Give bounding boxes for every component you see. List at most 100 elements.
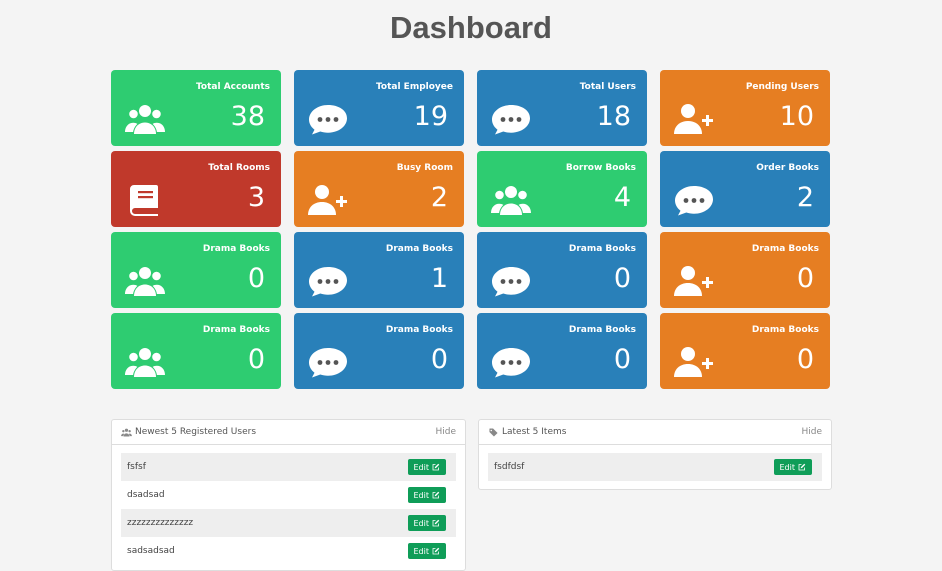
list-item-name: zzzzzzzzzzzzzz — [127, 518, 194, 528]
stat-card-label: Drama Books — [751, 244, 819, 254]
list-item: fsdfdsf Edit — [488, 453, 822, 481]
stat-card-value: 2 — [796, 182, 814, 213]
list-item-name: fsdfdsf — [494, 462, 525, 472]
stat-card-value: 38 — [230, 101, 265, 132]
stat-card-label: Busy Room — [396, 163, 453, 173]
stat-card-label: Total Employee — [375, 82, 453, 92]
stat-card-label: Drama Books — [385, 244, 453, 254]
newest-users-list: fsfsf Edit dsadsad Edit zzzzzzzzzzzzzz Edit sa… — [112, 445, 465, 565]
users-icon — [121, 428, 132, 437]
stat-card-label: Drama Books — [568, 325, 636, 335]
stat-card-value: 0 — [247, 263, 265, 294]
edit-button-label: Edit — [413, 546, 430, 556]
stat-card-label: Drama Books — [751, 325, 819, 335]
edit-button[interactable]: Edit — [407, 515, 446, 531]
edit-button-label: Edit — [413, 518, 430, 528]
edit-button[interactable]: Edit — [407, 459, 446, 475]
stat-card: Total Users 18 — [477, 70, 647, 146]
list-item-name: dsadsad — [127, 490, 165, 500]
list-item-name: sadsadsad — [127, 546, 175, 556]
stat-card: Total Accounts 38 — [111, 70, 281, 146]
stat-card-value: 1 — [430, 263, 448, 294]
latest-items-panel: Latest 5 Items Hide fsdfdsf Edit — [478, 419, 832, 490]
stat-card-label: Drama Books — [568, 244, 636, 254]
newest-users-panel-header: Newest 5 Registered Users Hide — [112, 420, 465, 445]
comment-icon — [491, 264, 531, 298]
list-item: dsadsad Edit — [121, 481, 456, 509]
stat-card: Drama Books 0 — [660, 313, 830, 389]
stat-card-value: 2 — [430, 182, 448, 213]
comment-icon — [674, 183, 714, 217]
comment-icon — [491, 345, 531, 379]
stat-card-value: 0 — [430, 344, 448, 375]
comment-icon — [308, 345, 348, 379]
comment-icon — [491, 102, 531, 136]
edit-button[interactable]: Edit — [773, 459, 812, 475]
user-plus-icon — [308, 183, 348, 217]
book-icon — [125, 183, 165, 217]
edit-icon — [432, 491, 440, 499]
edit-button-label: Edit — [413, 462, 430, 472]
edit-button[interactable]: Edit — [407, 543, 446, 559]
stat-card: Drama Books 0 — [111, 313, 281, 389]
stat-card: Order Books 2 — [660, 151, 830, 227]
stat-card: Drama Books 0 — [294, 313, 464, 389]
user-plus-icon — [674, 345, 714, 379]
comment-icon — [308, 264, 348, 298]
newest-users-hide-button[interactable]: Hide — [435, 427, 456, 437]
edit-button-label: Edit — [413, 490, 430, 500]
latest-items-panel-title: Latest 5 Items — [502, 427, 567, 437]
stat-card: Drama Books 1 — [294, 232, 464, 308]
stat-card-label: Pending Users — [745, 82, 819, 92]
stat-card: Drama Books 0 — [660, 232, 830, 308]
stat-card-label: Total Users — [579, 82, 636, 92]
edit-button[interactable]: Edit — [407, 487, 446, 503]
stat-card-value: 0 — [796, 263, 814, 294]
stat-card: Total Rooms 3 — [111, 151, 281, 227]
edit-icon — [432, 463, 440, 471]
list-item-name: fsfsf — [127, 462, 146, 472]
list-item: zzzzzzzzzzzzzz Edit — [121, 509, 456, 537]
newest-users-panel-title: Newest 5 Registered Users — [135, 427, 257, 437]
edit-icon — [798, 463, 806, 471]
stat-card-value: 18 — [596, 101, 631, 132]
stat-card: Drama Books 0 — [477, 232, 647, 308]
stat-card-value: 0 — [247, 344, 265, 375]
latest-items-panel-header: Latest 5 Items Hide — [479, 420, 831, 445]
tag-icon — [488, 427, 499, 437]
edit-icon — [432, 519, 440, 527]
stat-card: Borrow Books 4 — [477, 151, 647, 227]
user-plus-icon — [674, 264, 714, 298]
latest-items-hide-button[interactable]: Hide — [801, 427, 822, 437]
users-icon — [125, 345, 165, 379]
users-icon — [491, 183, 531, 217]
stat-card-label: Total Rooms — [208, 163, 270, 173]
stat-card: Drama Books 0 — [111, 232, 281, 308]
stat-card-label: Drama Books — [385, 325, 453, 335]
stat-card-label: Total Accounts — [195, 82, 270, 92]
comment-icon — [308, 102, 348, 136]
stats-grid: Total Accounts 38 Total Employee 19 Total Us… — [111, 70, 830, 389]
stat-card-label: Drama Books — [202, 325, 270, 335]
page-title: Dashboard — [390, 10, 552, 45]
stat-card-value: 3 — [247, 182, 265, 213]
user-plus-icon — [674, 102, 714, 136]
edit-button-label: Edit — [779, 462, 796, 472]
stat-card-value: 4 — [613, 182, 631, 213]
stat-card-label: Order Books — [756, 163, 819, 173]
latest-items-list: fsdfdsf Edit — [479, 445, 831, 481]
stat-card: Total Employee 19 — [294, 70, 464, 146]
stat-card: Pending Users 10 — [660, 70, 830, 146]
stat-card-value: 19 — [413, 101, 448, 132]
users-icon — [125, 264, 165, 298]
stat-card: Drama Books 0 — [477, 313, 647, 389]
list-item: fsfsf Edit — [121, 453, 456, 481]
users-icon — [125, 102, 165, 136]
stat-card-value: 0 — [613, 263, 631, 294]
stat-card-label: Drama Books — [202, 244, 270, 254]
newest-users-panel: Newest 5 Registered Users Hide fsfsf Edit… — [111, 419, 466, 571]
stat-card-label: Borrow Books — [565, 163, 636, 173]
stat-card: Busy Room 2 — [294, 151, 464, 227]
list-item: sadsadsad Edit — [121, 537, 456, 565]
stat-card-value: 0 — [613, 344, 631, 375]
